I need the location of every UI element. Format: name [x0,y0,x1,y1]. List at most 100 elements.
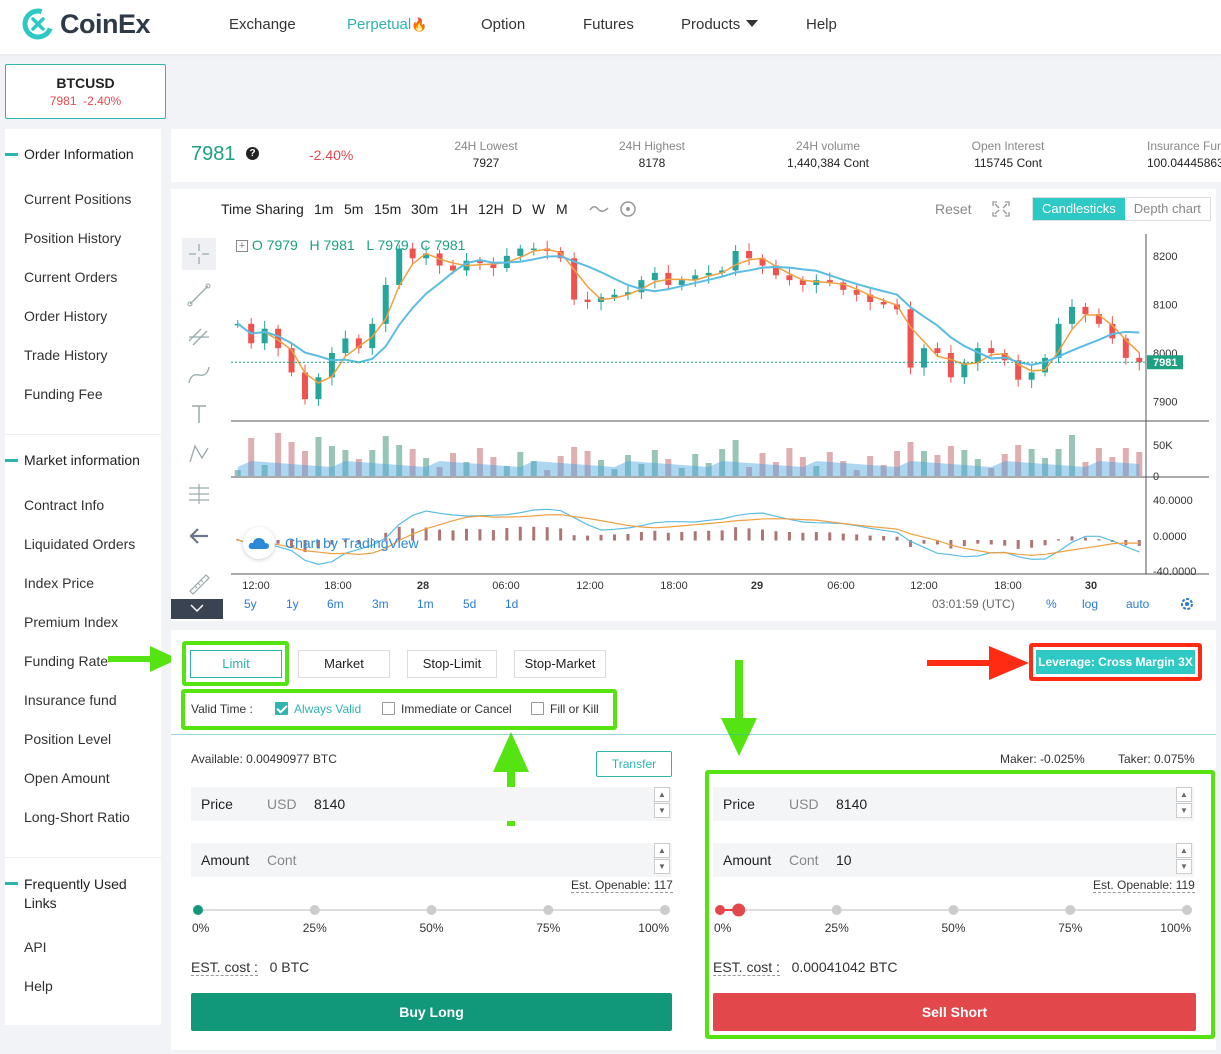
nav-futures[interactable]: Futures [583,16,634,33]
slider-stop[interactable] [831,905,842,915]
slider-handle[interactable] [732,903,746,917]
slider-stop[interactable] [1065,905,1076,915]
option-label: Always Valid [294,702,362,716]
slider-stop[interactable] [193,905,203,915]
nav-perpetual[interactable]: Perpetual🔥 [347,16,427,33]
candle-body [584,299,591,302]
sidebar-item-index-price[interactable]: Index Price [24,575,94,591]
sidebar-item-premium-index[interactable]: Premium Index [24,614,118,630]
range-1y[interactable]: 1y [286,597,299,611]
stepper-down-icon[interactable]: ▼ [1176,803,1192,818]
ma-slow-line [237,255,1140,366]
stepper-down-icon[interactable]: ▼ [1176,859,1192,874]
sidebar-heading-market-info: Market information [5,452,140,468]
sidebar-divider [5,857,161,858]
macd-histogram-bar [1043,540,1047,546]
option-fill-or-kill[interactable]: Fill or Kill [531,702,599,716]
log-toggle[interactable]: log [1082,597,1098,611]
buy-percent-slider[interactable]: 0% 25% 50% 75% 100% [191,901,681,941]
stepper-down-icon[interactable]: ▼ [654,803,670,818]
sidebar-item-help[interactable]: Help [24,978,53,994]
stepper: ▲ ▼ [1176,843,1194,877]
macd-tick-label: -40.0000 [1153,566,1196,578]
macd-histogram-bar [572,535,576,541]
range-5y[interactable]: 5y [244,597,257,611]
nav-help[interactable]: Help [806,16,837,33]
stepper: ▲ ▼ [654,787,672,821]
slider-stop[interactable] [715,905,725,915]
buy-long-button[interactable]: Buy Long [191,993,672,1031]
buy-amount-field[interactable]: Amount Cont ▲ ▼ [191,843,672,877]
leverage-button[interactable]: Leverage: Cross Margin 3X [1036,650,1195,674]
sell-percent-slider[interactable]: 0% 25% 50% 75% 100% [713,901,1203,941]
sidebar-item-order-history[interactable]: Order History [24,308,107,324]
buy-price-field[interactable]: Price USD 8140 ▲ ▼ [191,787,672,821]
nav-perpetual-label: Perpetual [347,16,412,33]
sidebar-item-funding-fee[interactable]: Funding Fee [24,386,103,402]
range-5d[interactable]: 5d [463,597,476,611]
stat-open-interest: Open Interest 115745 Cont [951,138,1065,172]
stepper-down-icon[interactable]: ▼ [654,859,670,874]
sidebar-item-trade-history[interactable]: Trade History [24,347,108,363]
sidebar-item-position-history[interactable]: Position History [24,230,121,246]
slider-stop[interactable] [660,905,670,915]
sidebar-item-current-orders[interactable]: Current Orders [24,269,117,285]
stepper-up-icon[interactable]: ▲ [654,787,670,802]
nav-products[interactable]: Products [681,16,759,33]
symbol-name: BTCUSD [56,75,115,91]
sidebar-item-insurance-fund[interactable]: Insurance fund [24,692,117,708]
buy-price-input[interactable]: 8140 [314,796,345,812]
sell-short-button[interactable]: Sell Short [713,993,1196,1031]
range-1m[interactable]: 1m [417,597,434,611]
range-1d[interactable]: 1d [505,597,518,611]
slider-stop[interactable] [543,905,554,915]
macd-histogram-bar [478,529,482,541]
sidebar-item-liquidated-orders[interactable]: Liquidated Orders [24,536,135,552]
coinex-logo-icon [22,8,54,40]
field-label: Price [201,796,233,812]
auto-toggle[interactable]: auto [1126,597,1149,611]
sidebar-item-current-positions[interactable]: Current Positions [24,191,131,207]
option-always-valid[interactable]: Always Valid [275,702,361,716]
settings-gear-icon[interactable] [1179,596,1195,612]
sidebar-item-api[interactable]: API [24,939,47,955]
slider-stop[interactable] [309,905,320,915]
order-type-stop-limit[interactable]: Stop-Limit [407,650,497,678]
sell-price-input[interactable]: 8140 [836,796,867,812]
brand-logo[interactable]: CoinEx [22,6,151,42]
range-6m[interactable]: 6m [327,597,344,611]
symbol-card[interactable]: BTCUSD 7981 -2.40% [5,64,166,119]
order-type-limit[interactable]: Limit [190,650,282,678]
transfer-button[interactable]: Transfer [596,751,672,777]
candle-body [651,272,658,281]
sell-amount-input[interactable]: 10 [836,852,852,868]
stepper-up-icon[interactable]: ▲ [654,843,670,858]
percent-toggle[interactable]: % [1046,597,1057,611]
nav-exchange[interactable]: Exchange [229,16,296,33]
chart-panel: Time Sharing 1m 5m 15m 30m 1H 12H D W M … [171,189,1216,621]
ticker-change: -2.40% [309,147,354,163]
stepper-up-icon[interactable]: ▲ [1176,843,1192,858]
macd-histogram-bar [1097,539,1101,541]
sell-price-field[interactable]: Price USD 8140 ▲ ▼ [713,787,1194,821]
sidebar-item-funding-rate[interactable]: Funding Rate [24,653,108,669]
taker-fee: Taker: 0.075% [1118,752,1195,766]
sidebar-item-position-level[interactable]: Position Level [24,731,111,747]
stepper-up-icon[interactable]: ▲ [1176,787,1192,802]
sidebar-item-long-short-ratio[interactable]: Long-Short Ratio [24,809,130,825]
option-immediate-or-cancel[interactable]: Immediate or Cancel [382,702,512,716]
x-tick-label: 18:00 [324,580,352,592]
nav-option[interactable]: Option [481,16,525,33]
ma-fast-line [237,248,1140,384]
range-3m[interactable]: 3m [372,597,389,611]
slider-stop[interactable] [1182,905,1192,915]
sell-amount-field[interactable]: Amount Cont 10 ▲ ▼ [713,843,1194,877]
sidebar-item-contract-info[interactable]: Contract Info [24,497,104,513]
order-type-stop-market[interactable]: Stop-Market [514,650,606,678]
slider-stop[interactable] [426,905,437,915]
sidebar-item-open-amount[interactable]: Open Amount [24,770,110,786]
help-icon[interactable]: ? [246,147,259,160]
order-type-market[interactable]: Market [298,650,390,678]
brand-name: CoinEx [60,8,151,39]
slider-stop[interactable] [948,905,959,915]
